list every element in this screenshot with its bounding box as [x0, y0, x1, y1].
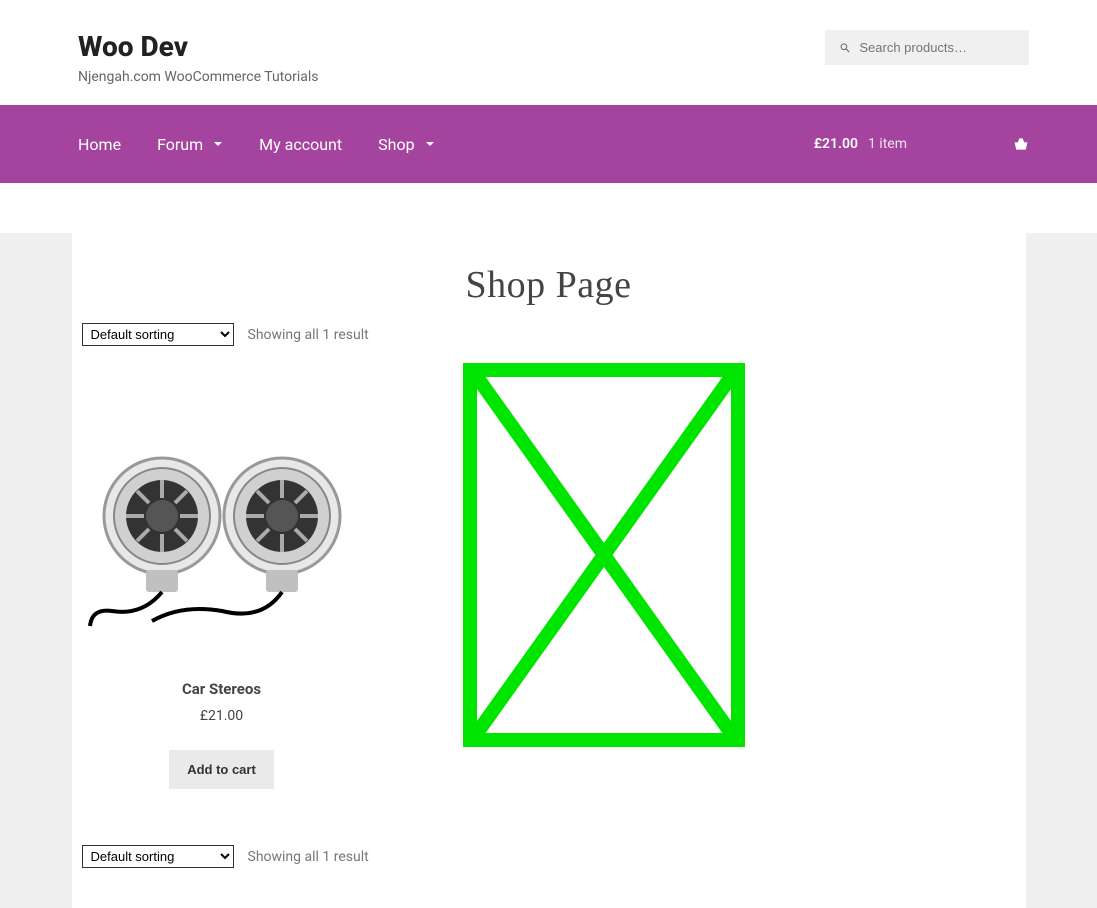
product-name: Car Stereos — [82, 680, 362, 698]
spacer — [0, 183, 1097, 233]
product-item[interactable]: Car Stereos £21.00 Add to cart — [82, 386, 362, 789]
product-image-svg — [82, 386, 362, 666]
nav-item-label: My account — [259, 135, 342, 154]
add-to-cart-button[interactable]: Add to cart — [169, 750, 274, 789]
nav-item-shop[interactable]: Shop — [378, 135, 434, 154]
shop-controls-top: Default sorting Showing all 1 result — [72, 323, 1026, 346]
nav-item-label: Forum — [157, 135, 203, 154]
site-header: Woo Dev Njengah.com WooCommerce Tutorial… — [0, 0, 1097, 105]
shop-content: Shop Page Default sorting Showing all 1 … — [72, 233, 1026, 908]
cart-summary[interactable]: £21.00 1 item — [814, 136, 1029, 152]
result-count: Showing all 1 result — [248, 849, 369, 865]
sort-select[interactable]: Default sorting — [82, 845, 234, 868]
basket-icon — [1013, 137, 1029, 151]
nav-menu: Home Forum My account Shop — [78, 135, 435, 154]
product-price: £21.00 — [82, 708, 362, 724]
nav-item-forum[interactable]: Forum — [157, 135, 223, 154]
result-count: Showing all 1 result — [248, 327, 369, 343]
shop-controls-bottom: Default sorting Showing all 1 result — [72, 845, 1026, 868]
chevron-down-icon — [213, 139, 223, 149]
site-tagline: Njengah.com WooCommerce Tutorials — [78, 69, 319, 85]
content-area: Shop Page Default sorting Showing all 1 … — [0, 233, 1097, 908]
search-box[interactable] — [825, 30, 1029, 65]
nav-item-label: Shop — [378, 135, 414, 154]
cart-count: 1 item — [868, 136, 907, 152]
product-image[interactable] — [82, 386, 362, 666]
branding: Woo Dev Njengah.com WooCommerce Tutorial… — [78, 30, 319, 85]
chevron-down-icon — [425, 139, 435, 149]
main-nav: Home Forum My account Shop £21.00 1 item — [0, 105, 1097, 183]
annotation-highlight-box — [463, 363, 745, 747]
search-input[interactable] — [859, 40, 1015, 55]
nav-item-my-account[interactable]: My account — [259, 135, 342, 154]
search-icon — [839, 41, 851, 55]
sort-select[interactable]: Default sorting — [82, 323, 234, 346]
cart-total: £21.00 — [814, 136, 858, 152]
site-title[interactable]: Woo Dev — [78, 30, 319, 63]
nav-item-label: Home — [78, 135, 121, 154]
nav-item-home[interactable]: Home — [78, 135, 121, 154]
page-title: Shop Page — [72, 263, 1026, 307]
